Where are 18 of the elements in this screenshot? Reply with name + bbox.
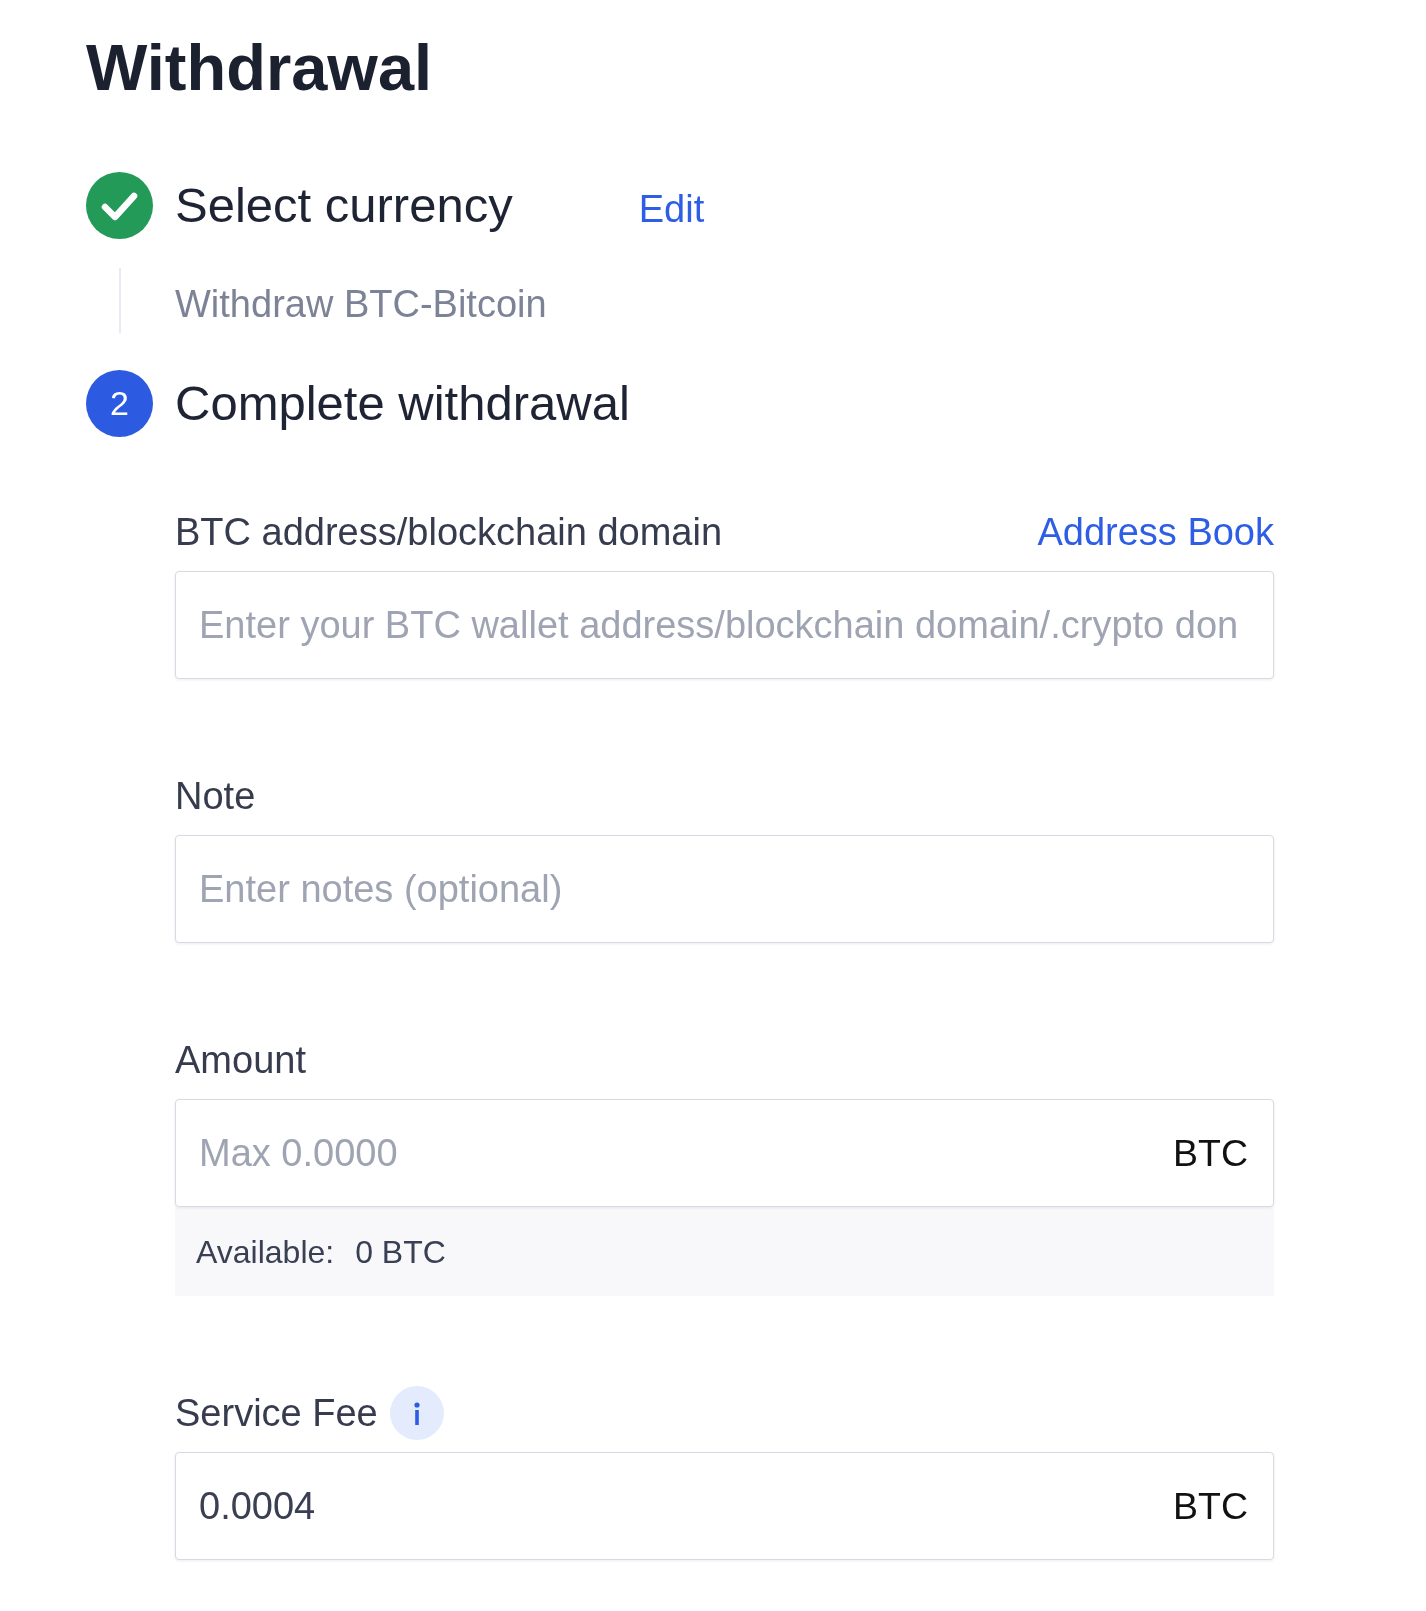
- field-label: BTC address/blockchain domain: [175, 510, 723, 555]
- currency-unit: BTC: [1173, 1484, 1248, 1528]
- info-icon[interactable]: [389, 1386, 444, 1440]
- page-title: Withdrawal: [86, 30, 433, 106]
- step-title: Complete withdrawal: [175, 375, 630, 432]
- address-input[interactable]: Enter your BTC wallet address/blockchain domain/.crypto don: [175, 571, 1274, 679]
- available-amount: 0 BTC: [355, 1232, 446, 1271]
- step-title: Select currency: [175, 177, 513, 234]
- step-summary: Withdraw BTC-Bitcoin: [175, 282, 547, 327]
- field-label: Note: [175, 774, 256, 819]
- note-input[interactable]: Enter notes (optional): [175, 835, 1274, 943]
- currency-unit: BTC: [1173, 1131, 1248, 1175]
- step-number-badge: 2: [86, 370, 153, 437]
- address-book-link[interactable]: Address Book: [1037, 509, 1274, 555]
- available-label: Available:: [196, 1232, 335, 1271]
- field-label: Amount: [175, 1038, 306, 1083]
- edit-link[interactable]: Edit: [638, 186, 705, 232]
- field-label: Service Fee: [175, 1391, 378, 1436]
